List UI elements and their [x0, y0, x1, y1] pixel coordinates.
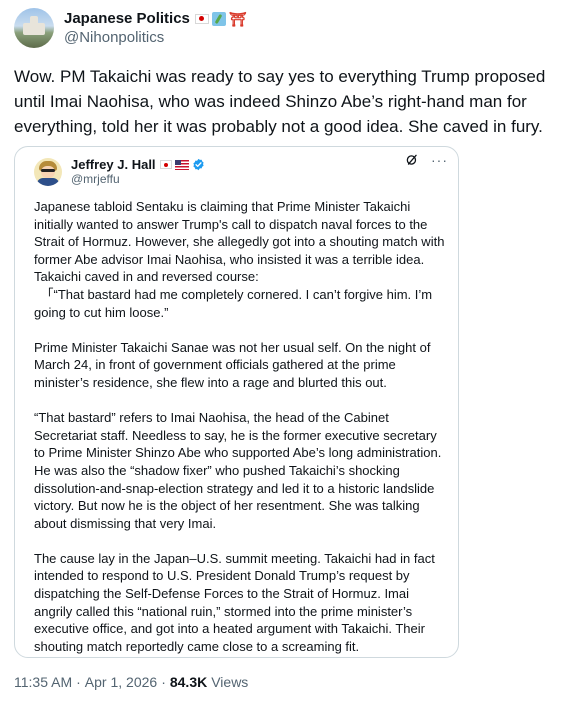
author-handle[interactable]: @Nihonpolitics: [64, 28, 247, 47]
views-count: 84.3K: [169, 674, 208, 690]
quoted-paragraph-5: “That bastard” refers to Imai Naohisa, t…: [34, 410, 442, 531]
quoted-paragraph-6: The cause lay in the Japan–U.S. summit m…: [34, 550, 435, 654]
quoted-author-handle[interactable]: @mrjeffu: [71, 172, 205, 187]
meta-separator: ·: [76, 674, 81, 690]
quoted-author-names: Jeffrey J. Hall @mrjeffu: [71, 157, 205, 187]
more-options-icon[interactable]: ···: [431, 153, 448, 167]
quoted-author-display-name[interactable]: Jeffrey J. Hall: [71, 157, 156, 172]
author-display-name[interactable]: Japanese Politics: [64, 9, 190, 28]
quoted-tweet-actions: ···: [405, 153, 448, 167]
quoted-paragraph-4: Prime Minister Takaichi Sanae was not he…: [34, 339, 431, 390]
author-names: Japanese Politics ⛩ @Nihonpolitics: [64, 9, 247, 47]
author-avatar[interactable]: [14, 8, 54, 48]
author-emoji-group: ⛩: [194, 10, 247, 27]
meta-separator: ·: [161, 674, 166, 690]
quoted-tweet-header: Jeffrey J. Hall @mrjeffu: [34, 157, 446, 187]
tweet-date[interactable]: Apr 1, 2026: [85, 674, 157, 690]
grok-icon[interactable]: [405, 153, 419, 167]
tweet-header: Japanese Politics ⛩ @Nihonpolitics: [14, 6, 551, 50]
tweet-text: Wow. PM Takaichi was ready to say yes to…: [14, 67, 546, 136]
tweet-time[interactable]: 11:35 AM: [14, 674, 72, 690]
quoted-tweet[interactable]: Jeffrey J. Hall @mrjeffu ··· Japanese ta…: [14, 146, 459, 658]
japan-flag-icon: [159, 160, 172, 169]
quoted-tweet-body: Japanese tabloid Sentaku is claiming tha…: [34, 198, 449, 655]
tweet-meta: 11:35 AM · Apr 1, 2026 · 84.3K Views: [14, 674, 248, 690]
quoted-paragraph-3: 「“That bastard had me completely cornere…: [34, 286, 433, 320]
japan-map-icon: [211, 11, 226, 26]
us-flag-icon: [174, 159, 189, 170]
verified-badge-icon: [192, 158, 204, 171]
quoted-paragraph-1: Japanese tabloid Sentaku is claiming tha…: [34, 199, 445, 267]
views-label: Views: [211, 674, 249, 690]
torii-gate-icon: ⛩: [228, 10, 247, 27]
quoted-paragraph-2: Takaichi caved in and reversed course:: [34, 269, 259, 285]
japan-flag-icon: [194, 13, 209, 24]
quoted-author-avatar[interactable]: [34, 158, 62, 186]
